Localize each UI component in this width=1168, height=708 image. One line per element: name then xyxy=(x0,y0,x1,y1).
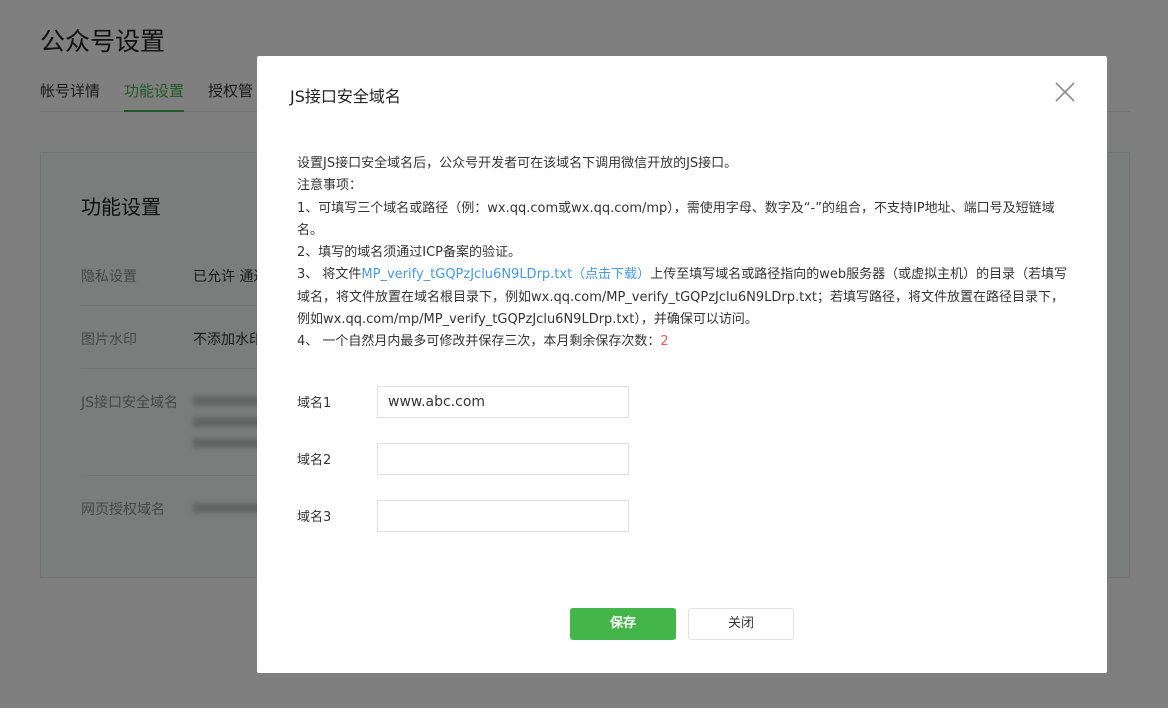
js-domain-dialog: JS接口安全域名 设置JS接口安全域名后，公众号开发者可在该域名下调用微信开放的… xyxy=(257,56,1107,673)
verify-file-download-link[interactable]: MP_verify_tGQPzJclu6N9LDrp.txt（点击下载） xyxy=(361,267,650,282)
remaining-count: 2 xyxy=(660,334,669,350)
notes-item-2: 2、填写的域名须通过ICP备案的验证。 xyxy=(297,245,522,261)
domain-3-label: 域名3 xyxy=(297,510,332,525)
domain-2-input[interactable] xyxy=(377,443,629,475)
dialog-title: JS接口安全域名 xyxy=(290,87,401,106)
notes-item-4-prefix: 4、 一个自然月内最多可修改并保存三次，本月剩余保存次数： xyxy=(297,334,661,350)
notes-item-3-prefix: 3、 将文件 xyxy=(297,267,362,283)
save-button[interactable]: 保存 xyxy=(570,608,676,640)
notes-heading: 注意事项： xyxy=(297,178,363,194)
close-button[interactable]: 关闭 xyxy=(688,608,794,640)
instructions: 设置JS接口安全域名后，公众号开发者可在该域名下调用微信开放的JS接口。 注意事… xyxy=(297,153,1077,354)
notes-item-3: 3、 将文件MP_verify_tGQPzJclu6N9LDrp.txt（点击下… xyxy=(297,264,1077,331)
notes-item-4: 4、 一个自然月内最多可修改并保存三次，本月剩余保存次数：2 xyxy=(297,331,1077,353)
domain-1-input[interactable] xyxy=(377,386,629,418)
domain-2-label: 域名2 xyxy=(297,453,332,468)
domain-3-input[interactable] xyxy=(377,500,629,532)
notes-intro: 设置JS接口安全域名后，公众号开发者可在该域名下调用微信开放的JS接口。 xyxy=(297,156,738,171)
notes-item-1: 1、可填写三个域名或路径（例：wx.qq.com或wx.qq.com/mp），需… xyxy=(297,200,1055,238)
close-icon[interactable] xyxy=(1053,80,1077,104)
domain-1-label: 域名1 xyxy=(297,396,332,411)
